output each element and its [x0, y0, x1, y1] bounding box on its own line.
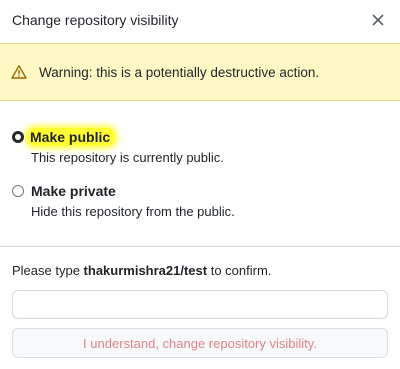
- visibility-dialog: Change repository visibility Warning: th…: [0, 0, 400, 369]
- confirm-input[interactable]: [12, 290, 388, 319]
- confirm-repo-name: thakurmishra21/test: [83, 263, 208, 278]
- radio-make-public[interactable]: [12, 131, 24, 143]
- option-make-private[interactable]: Make private Hide this repository from t…: [12, 182, 388, 220]
- confirm-instruction: Please type thakurmishra21/test to confi…: [12, 263, 271, 278]
- dialog-title: Change repository visibility: [12, 11, 179, 28]
- option-label-make-public: Make public: [27, 128, 116, 146]
- option-desc-make-public: This repository is currently public.: [31, 150, 224, 165]
- warning-banner: Warning: this is a potentially destructi…: [0, 43, 400, 101]
- alert-icon: [11, 64, 27, 80]
- confirm-suffix: to confirm.: [207, 263, 272, 278]
- radio-make-private[interactable]: [12, 185, 24, 197]
- option-desc-make-private: Hide this repository from the public.: [31, 204, 235, 219]
- change-visibility-button[interactable]: I understand, change repository visibili…: [12, 328, 388, 358]
- dialog-header: Change repository visibility: [0, 0, 400, 39]
- warning-text: Warning: this is a potentially destructi…: [39, 64, 320, 80]
- visibility-options: Make public This repository is currently…: [12, 128, 388, 220]
- option-label-make-private: Make private: [31, 183, 116, 199]
- close-icon[interactable]: [370, 12, 386, 28]
- option-make-public[interactable]: Make public This repository is currently…: [12, 128, 388, 166]
- divider: [0, 246, 400, 247]
- confirm-prefix: Please type: [12, 263, 84, 278]
